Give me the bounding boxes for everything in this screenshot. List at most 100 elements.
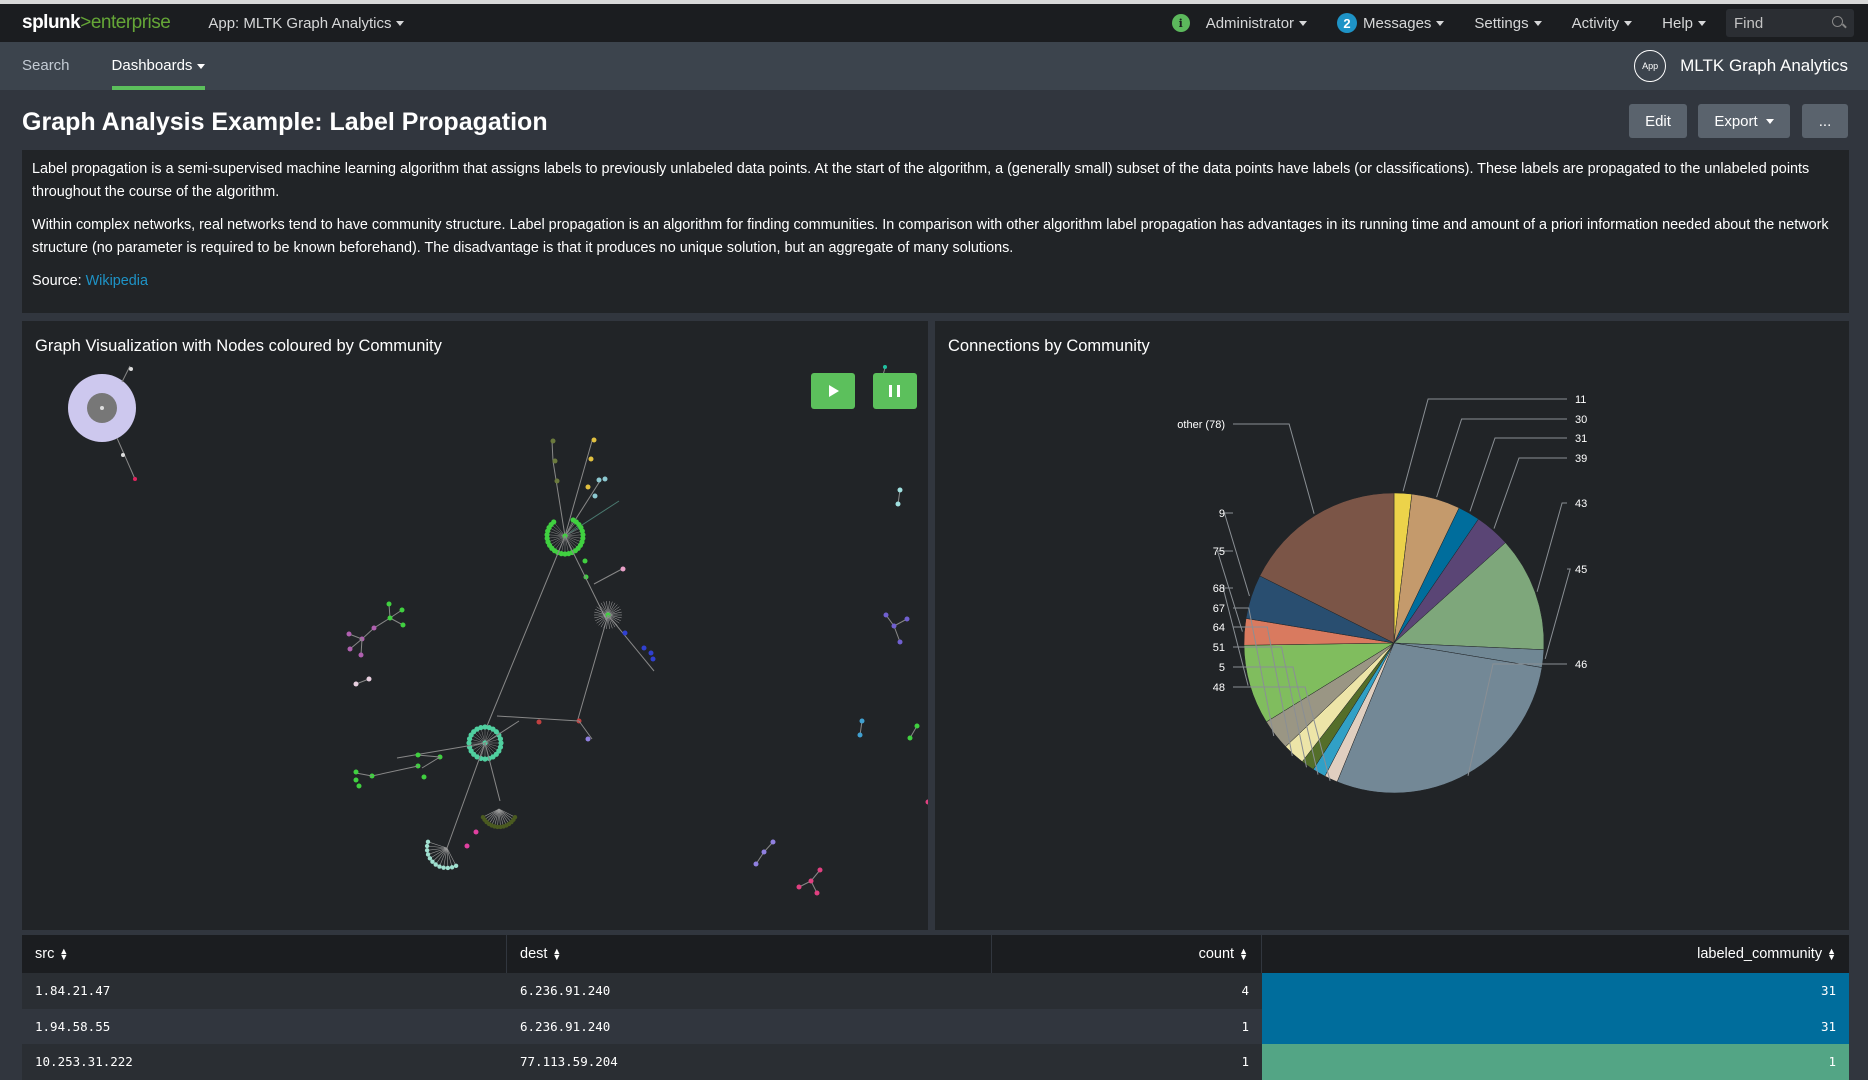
column-header-labeled-community[interactable]: labeled_community ▲ ▼ (1262, 935, 1849, 973)
table-row[interactable]: 1.84.21.47 6.236.91.240 4 31 (22, 973, 1849, 1009)
table-row[interactable]: 10.253.31.222 77.113.59.204 1 1 (22, 1044, 1849, 1080)
graph-edge (564, 535, 608, 622)
graph-node[interactable] (585, 484, 591, 490)
graph-node[interactable] (449, 865, 455, 870)
edit-button[interactable]: Edit (1629, 104, 1687, 138)
graph-node[interactable] (796, 884, 802, 890)
graph-node[interactable] (761, 849, 767, 855)
graph-node[interactable] (425, 839, 431, 845)
nav-search[interactable]: Search (22, 42, 70, 90)
column-header-src[interactable]: src ▲ ▼ (22, 935, 507, 973)
graph-node[interactable] (883, 365, 887, 369)
graph-node[interactable] (425, 852, 431, 857)
graph-node[interactable] (358, 652, 364, 658)
graph-node[interactable] (347, 646, 353, 652)
graph-node[interactable] (591, 437, 597, 443)
messages-menu[interactable]: 2 Messages (1337, 13, 1445, 33)
chevron-down-icon (1698, 20, 1706, 26)
graph-node[interactable] (400, 622, 406, 628)
graph-node[interactable] (891, 623, 897, 629)
graph-node[interactable] (550, 438, 556, 444)
graph-node[interactable] (473, 829, 479, 835)
graph-node[interactable] (536, 719, 542, 725)
pie-label: 5 (1219, 662, 1225, 674)
graph-node[interactable] (353, 777, 359, 783)
graph-node[interactable] (353, 769, 359, 775)
column-header-dest[interactable]: dest ▲ ▼ (507, 935, 992, 973)
graph-node[interactable] (814, 890, 820, 896)
graph-node[interactable] (925, 799, 929, 805)
graph-node[interactable] (424, 848, 430, 853)
app-menu[interactable]: App: MLTK Graph Analytics (208, 15, 405, 32)
graph-node[interactable] (346, 631, 352, 637)
graph-node[interactable] (857, 732, 863, 738)
graph-node[interactable] (464, 843, 470, 849)
graph-node[interactable] (427, 856, 433, 861)
administrator-menu[interactable]: i Administrator (1171, 14, 1308, 32)
wikipedia-link[interactable]: Wikipedia (86, 273, 148, 289)
graph-node[interactable] (424, 843, 430, 849)
graph-node[interactable] (356, 783, 362, 789)
graph-node[interactable] (897, 487, 903, 493)
graph-node[interactable] (641, 645, 647, 651)
graph-node[interactable] (554, 478, 560, 484)
graph-node[interactable] (770, 839, 776, 845)
graph-node[interactable] (366, 676, 372, 682)
graph-node[interactable] (353, 681, 359, 687)
graph-node[interactable] (551, 519, 557, 525)
graph-node[interactable] (596, 477, 602, 483)
column-header-count[interactable]: count ▲ ▼ (992, 935, 1262, 973)
graph-node[interactable] (478, 724, 484, 731)
graph-node[interactable] (602, 476, 608, 482)
find-input[interactable]: Find (1726, 9, 1854, 37)
graph-node[interactable] (133, 477, 137, 481)
graph-node[interactable] (592, 493, 598, 499)
graph-node[interactable] (387, 615, 393, 621)
graph-node[interactable] (100, 406, 104, 410)
more-button[interactable]: ... (1802, 104, 1848, 138)
graph-node[interactable] (650, 656, 656, 662)
graph-node[interactable] (620, 566, 626, 572)
settings-menu[interactable]: Settings (1474, 15, 1542, 32)
graph-node[interactable] (648, 650, 654, 656)
graph-node[interactable] (622, 630, 628, 636)
export-button[interactable]: Export (1698, 104, 1790, 138)
graph-node[interactable] (753, 861, 759, 867)
help-label: Help (1662, 14, 1693, 32)
graph-node[interactable] (585, 736, 591, 742)
graph-node[interactable] (129, 367, 133, 371)
graph-node[interactable] (817, 867, 823, 873)
graph-node[interactable] (895, 501, 901, 507)
graph-node[interactable] (897, 639, 903, 645)
nav-dashboards[interactable]: Dashboards (111, 42, 206, 90)
graph-node[interactable] (904, 616, 910, 622)
graph-node[interactable] (859, 718, 865, 724)
graph-node[interactable] (386, 601, 392, 607)
graph-node[interactable] (441, 865, 446, 870)
graph-node[interactable] (582, 558, 588, 564)
graph-node[interactable] (453, 863, 459, 869)
splunk-logo[interactable]: splunk>enterprise (22, 12, 171, 34)
help-menu[interactable]: Help (1662, 15, 1706, 32)
graph-node[interactable] (552, 458, 558, 464)
graph-node[interactable] (445, 865, 451, 871)
activity-menu[interactable]: Activity (1572, 15, 1633, 32)
graph-edge (446, 742, 486, 849)
graph-node[interactable] (437, 864, 442, 869)
graph-node[interactable] (121, 453, 125, 457)
cell-src: 1.84.21.47 (35, 983, 111, 999)
graph-node[interactable] (907, 735, 913, 741)
graph-node[interactable] (883, 612, 889, 618)
pause-button[interactable] (873, 373, 917, 409)
graph-node[interactable] (480, 814, 486, 820)
play-button[interactable] (811, 373, 855, 409)
table-row[interactable]: 1.94.58.55 6.236.91.240 1 31 (22, 1008, 1849, 1044)
graph-node[interactable] (415, 752, 421, 758)
graph-node[interactable] (421, 774, 427, 780)
graph-node[interactable] (588, 456, 594, 462)
graph-node[interactable] (808, 878, 814, 884)
graph-node[interactable] (399, 607, 405, 613)
graph-node[interactable] (914, 723, 920, 729)
graph-node[interactable] (371, 625, 377, 631)
graph-visualization[interactable] (22, 321, 928, 930)
